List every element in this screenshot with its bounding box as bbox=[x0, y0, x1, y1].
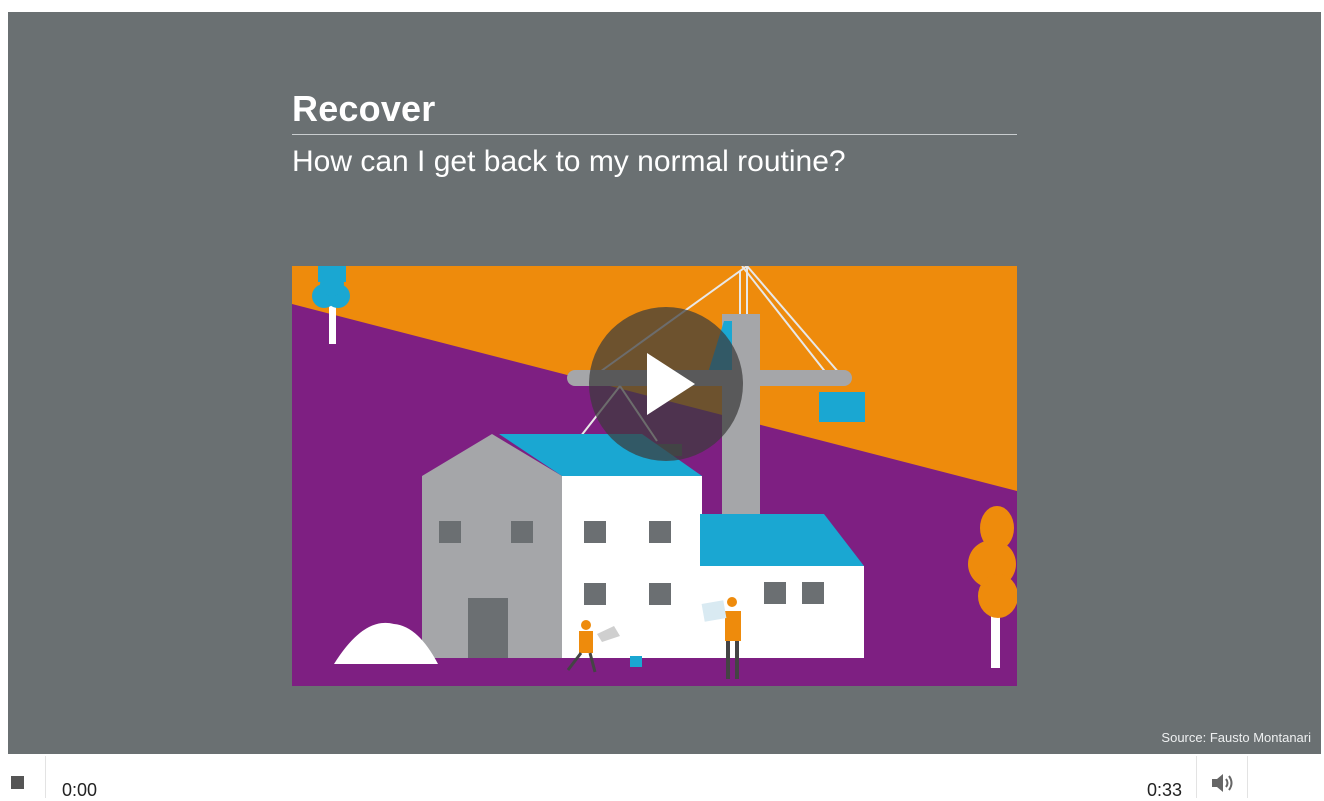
divider bbox=[1247, 756, 1248, 798]
speaker-icon bbox=[1212, 774, 1233, 792]
source-caption: Source: Fausto Montanari bbox=[1161, 730, 1311, 745]
volume-button[interactable] bbox=[1208, 770, 1238, 796]
divider bbox=[1196, 756, 1197, 798]
play-icon bbox=[647, 353, 695, 415]
divider bbox=[45, 756, 46, 798]
control-bar: 0:00 0:33 bbox=[0, 756, 1324, 800]
video-frame[interactable]: Recover How can I get back to my normal … bbox=[8, 12, 1321, 754]
slide-question: How can I get back to my normal routine? bbox=[292, 145, 846, 178]
play-button[interactable] bbox=[589, 307, 743, 461]
title-divider bbox=[292, 134, 1017, 135]
slide-title: Recover bbox=[292, 88, 436, 129]
stop-icon[interactable] bbox=[11, 776, 24, 789]
video-player: Recover How can I get back to my normal … bbox=[0, 0, 1324, 800]
